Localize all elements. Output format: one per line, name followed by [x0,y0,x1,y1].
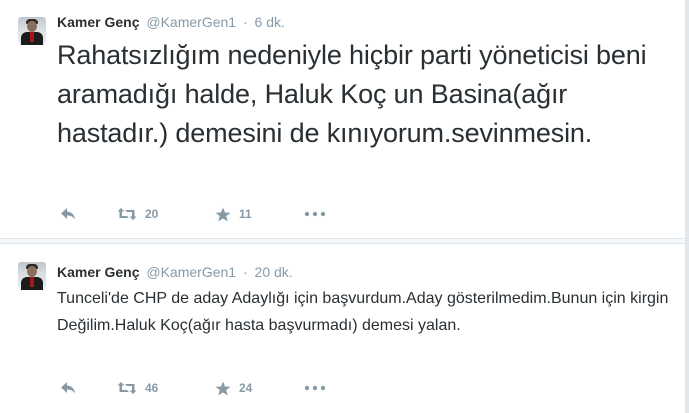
star-icon [215,207,231,221]
retweet-icon [117,382,137,394]
tweet-text: Tunceli'de CHP de aday Adaylığı için baş… [57,290,669,334]
more-button[interactable] [304,378,326,398]
favorite-count: 24 [239,381,253,395]
favorite-button[interactable]: 24 [215,378,252,398]
retweet-count: 20 [145,207,159,221]
tweet-header: Kamer Genç @KamerGen1 · 20 dk. [57,263,293,281]
avatar[interactable] [18,262,46,290]
tweet-timestamp[interactable]: 6 dk. [255,14,285,30]
reply-icon [61,208,75,220]
tweet-text: Rahatsızlığım nedeniyle hiçbir parti yön… [57,40,647,148]
author-handle[interactable]: @KamerGen1 [146,264,236,280]
tweet-timestamp[interactable]: 20 dk. [255,264,293,280]
star-icon [215,381,231,395]
retweet-button[interactable]: 46 [117,378,158,398]
favorite-button[interactable]: 11 [215,204,252,224]
retweet-button[interactable]: 20 [117,204,158,224]
reply-button[interactable] [60,378,76,398]
tweet-header: Kamer Genç @KamerGen1 · 6 dk. [57,13,285,31]
more-button[interactable] [304,204,326,224]
separator-dot: · [242,264,248,280]
more-dots-icon [304,211,326,217]
separator-dot: · [242,14,248,30]
favorite-count: 11 [239,207,252,221]
tweet-2[interactable]: Kamer Genç @KamerGen1 · 20 dk. Tunceli'd… [0,244,685,413]
more-dots-icon [304,385,326,391]
retweet-icon [117,208,137,220]
retweet-count: 46 [145,381,159,395]
avatar[interactable] [18,17,46,45]
author-name[interactable]: Kamer Genç [57,14,139,30]
reply-button[interactable] [60,204,76,224]
reply-icon [61,382,75,394]
author-name[interactable]: Kamer Genç [57,264,139,280]
timeline-scroll-edge [685,0,689,413]
author-handle[interactable]: @KamerGen1 [146,14,236,30]
tweet-1[interactable]: Kamer Genç @KamerGen1 · 6 dk. Rahatsızlı… [0,0,685,238]
